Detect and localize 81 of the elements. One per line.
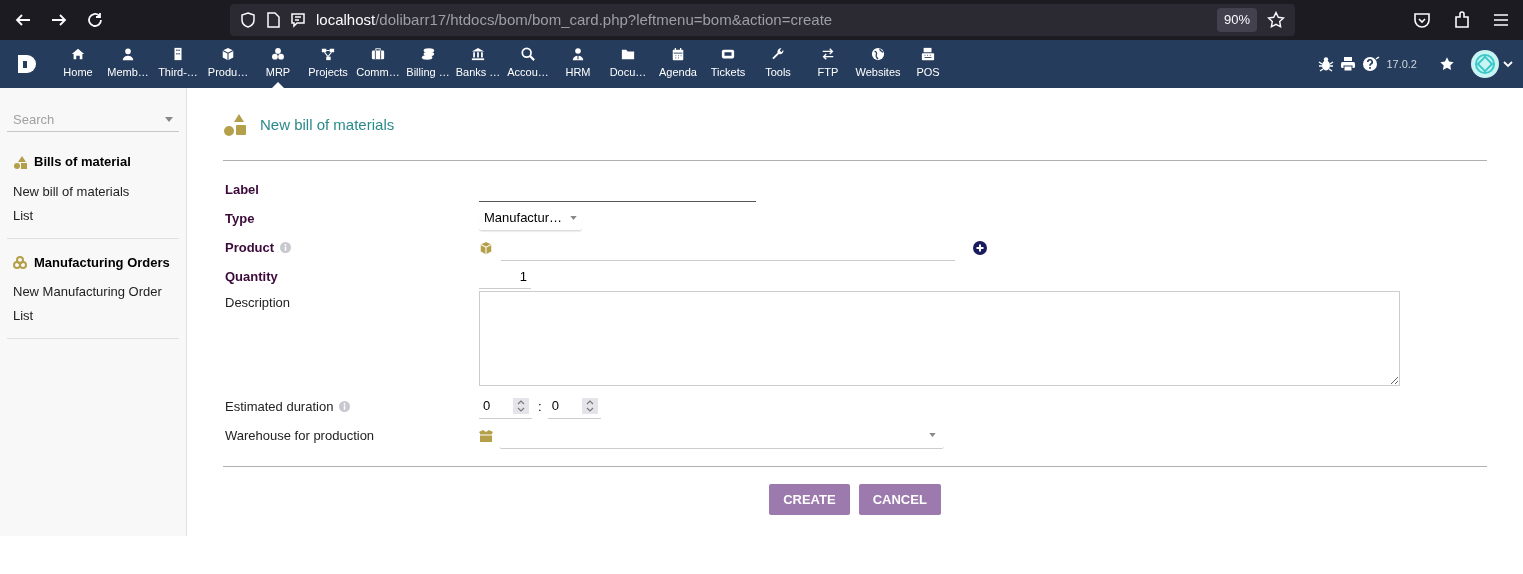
nav-item[interactable]: Comm… (353, 40, 403, 88)
cash-register-icon (921, 47, 935, 62)
bookmark-star-icon[interactable] (1267, 11, 1285, 29)
avatar-icon[interactable] (1471, 50, 1499, 78)
message-icon (290, 12, 306, 28)
dropdown-arrow-icon (929, 433, 936, 437)
folder-icon (621, 47, 635, 62)
person-icon (571, 47, 585, 62)
extensions-icon[interactable] (1453, 11, 1471, 29)
nav-item[interactable]: Billing … (403, 40, 453, 88)
wrench-icon (771, 47, 785, 62)
chevron-down-icon[interactable] (1503, 60, 1513, 68)
spinner-icon (581, 398, 598, 414)
sidebar-link[interactable]: List (7, 203, 179, 228)
field-label: Type (225, 209, 255, 228)
field-label: Estimated duration (225, 397, 334, 416)
form-button[interactable]: CREATE (769, 484, 850, 515)
bank-icon (471, 47, 485, 62)
field-label: Product (225, 238, 275, 257)
section-title: Manufacturing Orders (34, 253, 170, 272)
sidebar-link[interactable]: List (7, 304, 179, 328)
reload-icon[interactable] (86, 11, 104, 29)
shapes-icon (223, 113, 247, 137)
dropdown-arrow-icon (165, 117, 173, 122)
nav-item[interactable]: Banks … (453, 40, 503, 88)
add-icon[interactable] (973, 240, 987, 255)
pocket-icon[interactable] (1413, 11, 1431, 29)
form-button[interactable]: CANCEL (858, 484, 941, 515)
bug-icon[interactable] (1318, 56, 1335, 72)
page-title: New bill of materials (260, 114, 395, 135)
nav-item[interactable]: HRM (553, 40, 603, 88)
cube-icon (221, 47, 235, 62)
help-icon[interactable] (1362, 56, 1381, 72)
field-label: Description (225, 294, 291, 312)
nav-item[interactable]: MRP (253, 40, 303, 88)
nav-item[interactable]: Websites (853, 40, 903, 88)
input-field[interactable]: 1 (479, 264, 531, 289)
star-icon[interactable] (1439, 56, 1455, 72)
field-label: Quantity (225, 267, 278, 286)
address-bar[interactable]: localhost/dolibarr17/htdocs/bom/bom_card.php?leftmenu=bom&action=create 90% (230, 4, 1295, 36)
field-label: Label (225, 180, 259, 199)
time-separator: : (538, 397, 542, 416)
zoom-level[interactable]: 90% (1216, 8, 1257, 32)
box-icon (479, 429, 493, 442)
section-title: Bills of material (34, 153, 131, 171)
url-text: localhost/dolibarr17/htdocs/bom/bom_card.php?leftmenu=bom&action=create (316, 9, 834, 30)
nav-item[interactable]: Projects (303, 40, 353, 88)
spinner-icon (513, 398, 529, 414)
nav-item[interactable]: Memb… (103, 40, 153, 88)
shapes-icon (13, 154, 27, 169)
nav-item[interactable]: Third-… (153, 40, 203, 88)
page-icon (266, 12, 280, 28)
arrows-icon (821, 47, 835, 62)
sidebar-link[interactable]: New Manufacturing Order (7, 280, 179, 304)
nav-item[interactable]: Accou… (503, 40, 553, 88)
cube-icon (479, 240, 493, 255)
nav-item[interactable]: Docu… (603, 40, 653, 88)
dropdown-arrow-icon (570, 216, 578, 220)
nav-item[interactable]: Tickets (703, 40, 753, 88)
nav-item[interactable]: Produ… (203, 40, 253, 88)
version-label: 17.0.2 (1386, 56, 1417, 72)
menu-icon[interactable] (1493, 13, 1509, 27)
briefcase-icon (371, 47, 385, 62)
nav-item[interactable]: Agenda (653, 40, 703, 88)
nav-item[interactable]: POS (903, 40, 953, 88)
nav-item[interactable]: FTP (803, 40, 853, 88)
sidebar-link[interactable]: New bill of materials (7, 179, 179, 204)
type-dropdown[interactable]: Manufactur… (479, 206, 583, 231)
diagram-icon (321, 47, 335, 62)
search-icon (521, 47, 535, 62)
nav-item[interactable]: Tools (753, 40, 803, 88)
number-field[interactable]: 0 (547, 394, 601, 419)
home-icon (71, 47, 85, 62)
field-label: Warehouse for production (225, 426, 375, 445)
number-field[interactable]: 0 (479, 394, 532, 419)
shield-icon (240, 12, 256, 28)
nav-item[interactable]: Home (53, 40, 103, 88)
calendar-icon (671, 47, 685, 62)
person-icon (121, 47, 135, 62)
logo-icon (15, 53, 38, 75)
printer-icon[interactable] (1340, 56, 1357, 72)
